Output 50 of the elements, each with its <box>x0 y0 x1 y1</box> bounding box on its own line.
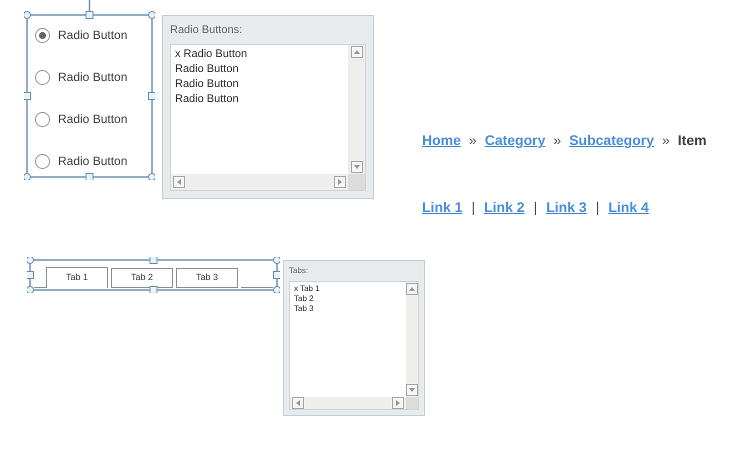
vertical-scrollbar[interactable] <box>348 44 365 174</box>
text-area[interactable]: x Radio Button Radio Button Radio Button Radio Button <box>170 44 366 191</box>
text-line: x Radio Button <box>175 46 248 62</box>
current-page: Item <box>678 131 707 150</box>
scroll-right-icon[interactable] <box>392 397 404 409</box>
link[interactable]: Link 1 <box>422 197 462 218</box>
link[interactable]: Home <box>422 130 461 151</box>
scrollbar-corner <box>406 397 418 409</box>
link[interactable]: Subcategory <box>569 130 654 151</box>
scroll-down-icon[interactable] <box>406 384 418 396</box>
scroll-left-icon[interactable] <box>292 397 304 409</box>
separator: » <box>468 131 477 150</box>
text-area[interactable]: x Tab 1 Tab 2 Tab 3 <box>289 281 419 410</box>
scroll-right-icon[interactable] <box>334 176 346 188</box>
scroll-up-icon[interactable] <box>350 46 362 58</box>
separator: | <box>471 198 476 217</box>
radio-label: Radio Button <box>58 27 128 44</box>
radio-button[interactable] <box>35 112 50 126</box>
radio-button[interactable] <box>35 154 50 168</box>
link[interactable]: Link 3 <box>546 197 587 218</box>
radio-button[interactable] <box>35 70 50 84</box>
tab[interactable]: Tab 2 <box>111 268 173 288</box>
scroll-left-icon[interactable] <box>173 176 185 188</box>
vertical-scrollbar[interactable] <box>406 282 418 397</box>
text-line: Radio Button <box>175 76 240 92</box>
text-line: Radio Button <box>175 92 240 106</box>
radio-button[interactable] <box>35 28 50 42</box>
text-line: Tab 3 <box>294 304 315 314</box>
horizontal-scrollbar[interactable] <box>290 397 406 409</box>
tab[interactable]: Tab 3 <box>176 268 238 288</box>
horizontal-scrollbar[interactable] <box>171 174 348 190</box>
scrollbar-corner <box>348 174 365 190</box>
panel-title: Tabs: <box>289 265 310 277</box>
radio-label: Radio Button <box>58 153 128 170</box>
text-line: Tab 2 <box>294 294 315 304</box>
link[interactable]: Link 4 <box>608 197 649 218</box>
tab[interactable]: Tab 1 <box>46 267 108 288</box>
radio-label: Radio Button <box>58 69 128 86</box>
text-line: Radio Button <box>175 62 240 76</box>
separator: » <box>553 131 562 150</box>
panel-title: Radio Buttons: <box>170 23 244 38</box>
radio-label: Radio Button <box>58 111 128 128</box>
scroll-down-icon[interactable] <box>350 161 362 173</box>
separator: | <box>534 198 538 217</box>
link[interactable]: Category <box>484 130 546 151</box>
scroll-up-icon[interactable] <box>406 283 418 295</box>
link[interactable]: Link 2 <box>484 197 525 218</box>
separator: » <box>662 131 670 150</box>
separator: | <box>596 198 600 217</box>
text-line: x Tab 1 <box>294 284 321 294</box>
